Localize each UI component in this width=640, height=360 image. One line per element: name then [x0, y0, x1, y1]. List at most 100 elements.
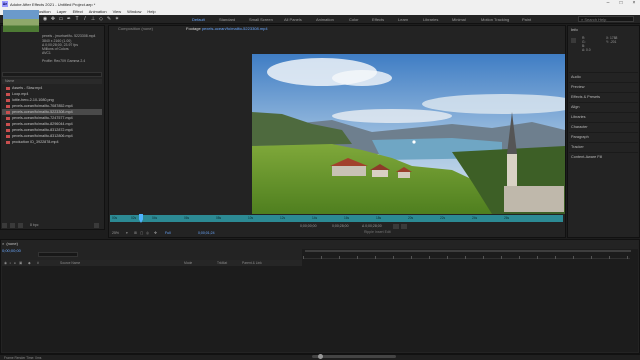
timeline-ruler[interactable] — [303, 251, 630, 259]
new-folder-icon[interactable] — [10, 222, 15, 228]
tab-composition[interactable]: Composition (none) — [118, 26, 153, 32]
col-trkmat[interactable]: TrkMat — [217, 261, 227, 265]
label-icon[interactable]: ◆ — [28, 261, 31, 265]
audio-icon[interactable]: ◖ — [9, 261, 11, 265]
file-name: pexels-ocean/fo/mailto-8312872.mp4 — [12, 128, 73, 132]
ruler-tick: 22s — [440, 216, 446, 220]
workspace-animation[interactable]: Animation — [316, 17, 334, 22]
timeline-tab-label: (none) — [6, 240, 18, 246]
workspace-small-screen[interactable]: Small Screen — [249, 17, 273, 22]
workspace-libraries[interactable]: Libraries — [423, 17, 438, 22]
workspace-color[interactable]: Color — [349, 17, 359, 22]
pan-behind-tool-icon[interactable]: ✥ — [50, 16, 56, 22]
workspace-paint[interactable]: Paint — [522, 17, 531, 22]
bpc-label[interactable]: 8 bpc — [30, 223, 39, 227]
menu-effect[interactable]: Effect — [73, 9, 83, 14]
search-help-input[interactable]: ⌕ Search Help — [578, 16, 634, 22]
delete-icon[interactable] — [94, 222, 99, 228]
in-point-value[interactable]: 0;00;00;00 — [300, 224, 317, 228]
panel-tracker[interactable]: Tracker — [569, 142, 638, 151]
workspace-motion-tracking[interactable]: Motion Tracking — [481, 17, 509, 22]
chevron-down-icon[interactable]: ▾ — [126, 231, 128, 235]
timeline-tab[interactable]: × (none) — [2, 240, 62, 246]
lock-icon[interactable]: ▣ — [19, 261, 22, 265]
grid-overlay-icon[interactable]: ⊞ — [134, 231, 137, 235]
workspace-effects[interactable]: Effects — [372, 17, 384, 22]
col-parent[interactable]: Parent & Link — [242, 261, 262, 265]
project-search-input[interactable] — [2, 72, 102, 77]
project-thumbnail — [3, 10, 39, 32]
rectangle-tool-icon[interactable]: ▭ — [58, 16, 64, 22]
ripple-insert-edit-icon[interactable] — [401, 224, 407, 229]
puppet-tool-icon[interactable]: ✶ — [114, 16, 120, 22]
timeline-current-time[interactable]: 0;00;00;00 — [2, 248, 21, 253]
resolution-dropdown[interactable]: Full — [165, 231, 171, 235]
file-label-icon — [6, 140, 10, 144]
zoom-level[interactable]: 25% — [112, 231, 119, 235]
close-icon[interactable]: × — [628, 0, 640, 6]
menu-help[interactable]: Help — [147, 9, 155, 14]
eye-icon[interactable]: ◉ — [4, 261, 7, 265]
panel-libraries[interactable]: Libraries — [569, 112, 638, 121]
eraser-tool-icon[interactable]: ◇ — [98, 16, 104, 22]
ruler-tick: 12s — [280, 216, 286, 220]
panel-content-aware-fill[interactable]: Content-Aware Fill — [569, 152, 638, 161]
tab-footage[interactable]: Footage pexels-ocean/fo/mailto-5223308.m… — [186, 26, 268, 32]
interpret-footage-icon[interactable] — [2, 222, 7, 228]
menu-animation[interactable]: Animation — [89, 9, 107, 14]
timeline-layer-area[interactable] — [2, 266, 302, 352]
channel-icon[interactable]: ✤ — [154, 231, 157, 235]
workspace-default[interactable]: Default — [192, 17, 205, 22]
timeline-search-input[interactable] — [38, 252, 78, 257]
workspace-learn[interactable]: Learn — [398, 17, 408, 22]
search-help-placeholder: Search Help — [584, 17, 607, 22]
solo-icon[interactable]: ● — [14, 261, 16, 265]
panel-align[interactable]: Align — [569, 102, 638, 111]
project-info-codec: AVC1 — [42, 51, 51, 55]
panel-audio[interactable]: Audio — [569, 72, 638, 81]
current-time[interactable]: 0;00;01;24 — [198, 231, 215, 235]
menu-view[interactable]: View — [113, 9, 122, 14]
timeline-track-area[interactable] — [302, 249, 638, 352]
camera-tool-icon[interactable]: ◉ — [42, 16, 48, 22]
close-icon[interactable]: × — [2, 241, 4, 246]
timeline-zoom-handle[interactable] — [318, 354, 323, 359]
footage-time-ruler[interactable]: 00s 02s 04s 06s 08s 10s 12s 14s 16s 18s … — [110, 215, 563, 222]
clone-stamp-tool-icon[interactable]: ⊥ — [90, 16, 96, 22]
panel-paragraph[interactable]: Paragraph — [569, 132, 638, 141]
hash-icon[interactable]: # — [37, 261, 39, 265]
project-column-name[interactable]: Name — [2, 79, 102, 84]
menu-window[interactable]: Window — [127, 9, 141, 14]
brush-tool-icon[interactable]: / — [82, 16, 88, 22]
panel-character[interactable]: Character — [569, 122, 638, 131]
panel-effects-presets[interactable]: Effects & Presets — [569, 92, 638, 101]
snapshot-icon[interactable]: ◎ — [146, 231, 149, 235]
project-file-row[interactable]: production ID_3922878.mp4 — [2, 139, 102, 145]
overlay-edit-icon[interactable] — [393, 224, 399, 229]
info-panel-title[interactable]: Info — [568, 26, 578, 33]
workspace-all-panels[interactable]: All Panels — [284, 17, 302, 22]
col-source-name[interactable]: Source Name — [60, 261, 80, 265]
workspace-standard[interactable]: Standard — [219, 17, 235, 22]
ruler-tick: 08s — [216, 216, 222, 220]
type-tool-icon[interactable]: T — [74, 16, 80, 22]
menu-layer[interactable]: Layer — [57, 9, 67, 14]
roto-brush-tool-icon[interactable]: ✎ — [106, 16, 112, 22]
minimize-icon[interactable]: – — [602, 0, 614, 6]
panel-preview[interactable]: Preview — [569, 82, 638, 91]
mask-visibility-icon[interactable]: ▢ — [140, 231, 143, 235]
timeline-zoom-slider[interactable] — [312, 355, 396, 358]
project-info-profile: Profile: Rec709 Gamma 2.4 — [42, 59, 86, 63]
ruler-tick: 04s — [152, 216, 158, 220]
file-label-icon — [6, 134, 10, 138]
out-point-value[interactable]: 0;00;28;00 — [332, 224, 349, 228]
workspace-minimal[interactable]: Minimal — [452, 17, 466, 22]
maximize-icon[interactable]: □ — [615, 0, 627, 6]
pen-tool-icon[interactable]: ✒ — [66, 16, 72, 22]
col-mode[interactable]: Mode — [184, 261, 192, 265]
frame-render-time[interactable]: Frame Render Time: 0ms — [4, 356, 41, 360]
footage-frame[interactable] — [252, 54, 565, 214]
new-composition-icon[interactable] — [18, 222, 23, 228]
ruler-tick: 10s — [248, 216, 254, 220]
footage-tab-prefix: Footage — [186, 26, 201, 31]
